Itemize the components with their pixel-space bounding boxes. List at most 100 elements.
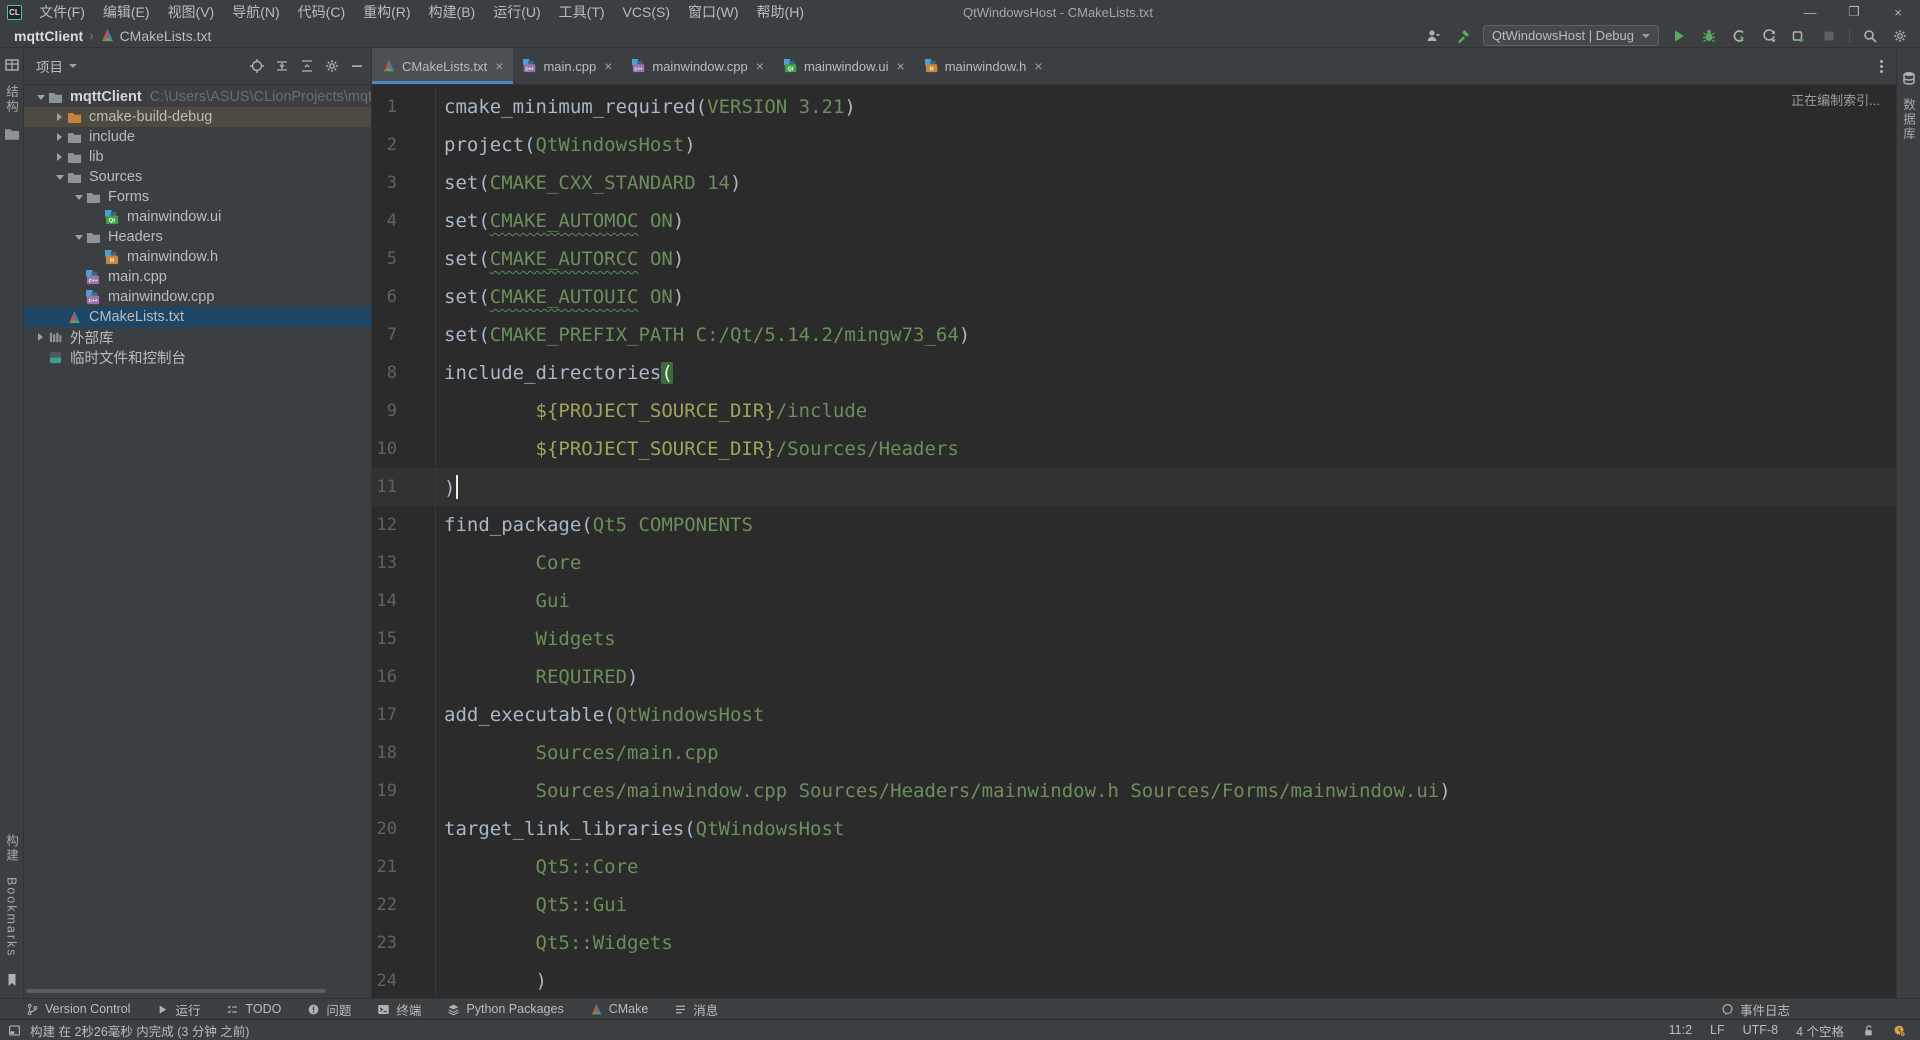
build-hammer-icon[interactable]	[1453, 26, 1473, 46]
tab-options-kebab-icon[interactable]	[1877, 57, 1886, 76]
menu-帮助[interactable]: 帮助(H)	[748, 0, 813, 24]
bookmarks-tool-window-button[interactable]: Bookmarks	[5, 877, 19, 958]
code-line-10[interactable]: 10 ${PROJECT_SOURCE_DIR}/Sources/Headers	[372, 430, 1896, 468]
menu-编辑[interactable]: 编辑(E)	[94, 0, 159, 24]
code-line-4[interactable]: 4 set(CMAKE_AUTOMOC ON)	[372, 202, 1896, 240]
code-line-23[interactable]: 23 Qt5::Widgets	[372, 924, 1896, 962]
tree-item-CMakeLists.txt[interactable]: CMakeLists.txt	[24, 307, 371, 327]
chevron-down-icon[interactable]	[71, 235, 86, 240]
close-button[interactable]: ×	[1876, 0, 1920, 24]
tree-item-mqttClient[interactable]: mqttClient C:\Users\ASUS\CLionProjects\mq…	[24, 87, 371, 107]
event-log-button[interactable]: 事件日志	[1721, 1000, 1790, 1019]
line-number[interactable]: 17	[372, 705, 399, 725]
editor-tab-CMakeLists.txt[interactable]: CMakeLists.txt ×	[372, 48, 514, 84]
structure-tool-window-button[interactable]: 结构	[2, 85, 21, 114]
code-line-3[interactable]: 3 set(CMAKE_CXX_STANDARD 14)	[372, 164, 1896, 202]
line-number[interactable]: 20	[372, 819, 399, 839]
user-account-icon[interactable]	[1423, 26, 1443, 46]
code-line-18[interactable]: 18 Sources/main.cpp	[372, 734, 1896, 772]
line-number[interactable]: 24	[372, 971, 399, 991]
favorites-folder-icon[interactable]	[4, 126, 20, 142]
tree-item-外部库[interactable]: 外部库	[24, 327, 371, 347]
tree-item-mainwindow.h[interactable]: Hmainwindow.h	[24, 247, 371, 267]
build-tool-window-button[interactable]: 构建	[2, 834, 21, 863]
editor-tab-mainwindow.cpp[interactable]: C++ mainwindow.cpp ×	[622, 48, 774, 84]
tree-item-Forms[interactable]: Forms	[24, 187, 371, 207]
line-number[interactable]: 19	[372, 781, 399, 801]
line-number[interactable]: 21	[372, 857, 399, 877]
tree-item-lib[interactable]: lib	[24, 147, 371, 167]
line-number[interactable]: 7	[372, 325, 399, 345]
tree-item-临时文件和控制台[interactable]: 临时文件和控制台	[24, 347, 371, 367]
tree-item-Sources[interactable]: Sources	[24, 167, 371, 187]
code-line-15[interactable]: 15 Widgets	[372, 620, 1896, 658]
menu-VCS[interactable]: VCS(S)	[614, 0, 679, 24]
breadcrumb-file[interactable]: CMakeLists.txt	[100, 28, 211, 44]
code-line-20[interactable]: 20 target_link_libraries(QtWindowsHost	[372, 810, 1896, 848]
code-line-24[interactable]: 24 )	[372, 962, 1896, 998]
editor-tab-mainwindow.h[interactable]: Hmainwindow.h ×	[915, 48, 1053, 84]
code-line-1[interactable]: 1 cmake_minimum_required(VERSION 3.21)	[372, 88, 1896, 126]
line-number[interactable]: 3	[372, 173, 399, 193]
line-number[interactable]: 5	[372, 249, 399, 269]
tree-item-mainwindow.ui[interactable]: Qt mainwindow.ui	[24, 207, 371, 227]
tool-window-button-终端[interactable]: 终端	[377, 1000, 421, 1019]
horizontal-scrollbar[interactable]	[26, 989, 326, 993]
line-number[interactable]: 23	[372, 933, 399, 953]
lock-icon[interactable]	[1862, 1024, 1875, 1037]
maximize-button[interactable]: ❐	[1832, 0, 1876, 24]
database-tool-window-button[interactable]: 数据库	[1899, 98, 1918, 142]
line-number[interactable]: 18	[372, 743, 399, 763]
line-number[interactable]: 15	[372, 629, 399, 649]
tree-item-include[interactable]: include	[24, 127, 371, 147]
project-tool-window-button[interactable]	[4, 57, 20, 73]
stop-button[interactable]	[1819, 26, 1839, 46]
background-tasks-icon[interactable]	[1893, 1024, 1906, 1037]
bookmark-icon[interactable]	[4, 972, 20, 988]
chevron-down-icon[interactable]	[33, 95, 48, 100]
line-number[interactable]: 16	[372, 667, 399, 687]
close-tab-icon[interactable]: ×	[897, 58, 905, 74]
status-message[interactable]: 构建 在 2秒26毫秒 内完成 (3 分钟 之前)	[30, 1021, 249, 1040]
code-line-21[interactable]: 21 Qt5::Core	[372, 848, 1896, 886]
chevron-right-icon[interactable]	[33, 333, 48, 341]
code-editor[interactable]: 正在编制索引... 1 cmake_minimum_required(VERSIO…	[372, 85, 1896, 998]
line-number[interactable]: 10	[372, 439, 399, 459]
tool-window-button-运行[interactable]: 运行	[156, 1000, 200, 1019]
hide-panel-icon[interactable]	[349, 58, 365, 74]
expand-all-icon[interactable]	[274, 58, 290, 74]
editor-tab-main.cpp[interactable]: C++ main.cpp ×	[513, 48, 622, 84]
encoding-widget[interactable]: UTF-8	[1743, 1023, 1778, 1037]
run-configuration-select[interactable]: QtWindowsHost | Debug	[1482, 25, 1659, 46]
line-number[interactable]: 11	[372, 477, 399, 497]
profiler-button[interactable]	[1729, 26, 1749, 46]
code-line-16[interactable]: 16 REQUIRED)	[372, 658, 1896, 696]
close-tab-icon[interactable]: ×	[1034, 58, 1042, 74]
tree-item-cmake-build-debug[interactable]: cmake-build-debug	[24, 107, 371, 127]
code-line-6[interactable]: 6 set(CMAKE_AUTOUIC ON)	[372, 278, 1896, 316]
editor-tab-mainwindow.ui[interactable]: Qt mainwindow.ui ×	[774, 48, 915, 84]
tree-item-mainwindow.cpp[interactable]: C++ mainwindow.cpp	[24, 287, 371, 307]
code-line-13[interactable]: 13 Core	[372, 544, 1896, 582]
menu-代码[interactable]: 代码(C)	[289, 0, 354, 24]
tool-window-button-TODO[interactable]: TODO	[226, 1002, 281, 1016]
line-number[interactable]: 22	[372, 895, 399, 915]
chevron-down-icon[interactable]	[52, 175, 67, 180]
line-number[interactable]: 8	[372, 363, 399, 383]
close-tab-icon[interactable]: ×	[495, 58, 503, 74]
code-line-11[interactable]: 11)	[372, 468, 1896, 506]
close-tab-icon[interactable]: ×	[604, 58, 612, 74]
chevron-right-icon[interactable]	[52, 133, 67, 141]
line-number[interactable]: 9	[372, 401, 399, 421]
project-view-select[interactable]: 项目	[36, 56, 77, 76]
tool-window-button-Python Packages[interactable]: Python Packages	[447, 1002, 564, 1016]
locate-file-icon[interactable]	[249, 58, 265, 74]
menu-构建[interactable]: 构建(B)	[420, 0, 485, 24]
code-line-14[interactable]: 14 Gui	[372, 582, 1896, 620]
tool-window-button-问题[interactable]: 问题	[307, 1000, 351, 1019]
line-number[interactable]: 2	[372, 135, 399, 155]
code-line-5[interactable]: 5 set(CMAKE_AUTORCC ON)	[372, 240, 1896, 278]
tool-window-button-消息[interactable]: 消息	[674, 1000, 718, 1019]
line-number[interactable]: 13	[372, 553, 399, 573]
collapse-all-icon[interactable]	[299, 58, 315, 74]
